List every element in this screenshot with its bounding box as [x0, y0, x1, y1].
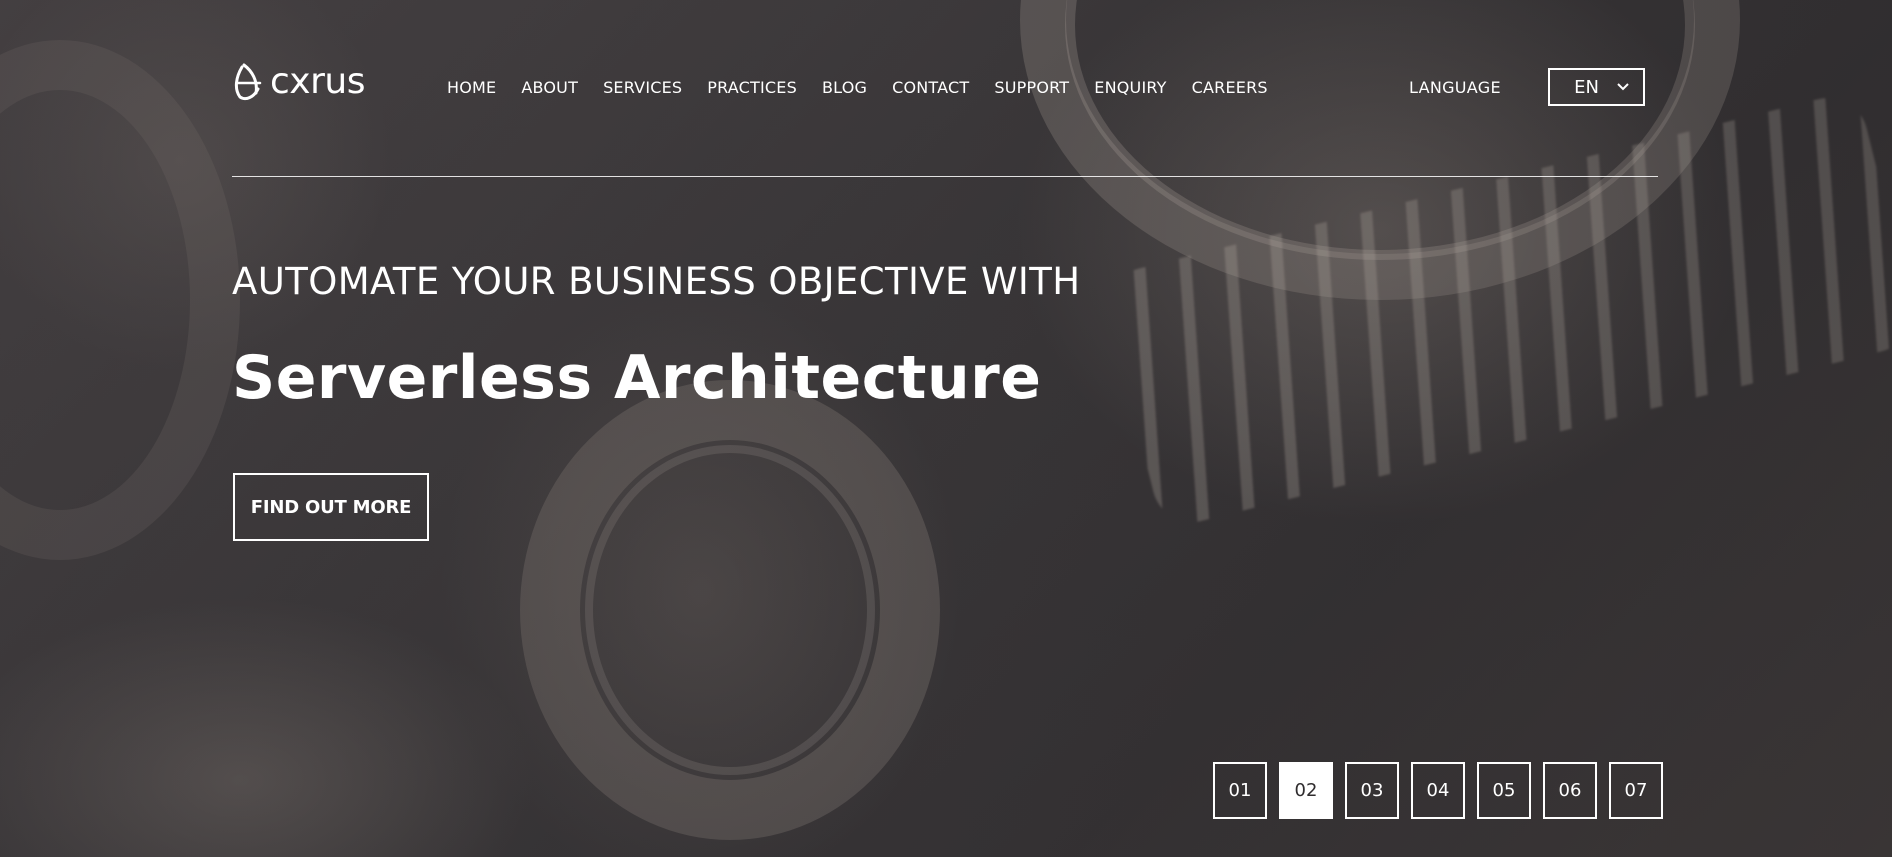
slide-page-button[interactable]: 07	[1609, 762, 1663, 819]
header-divider	[232, 176, 1658, 177]
slide-page-button-active[interactable]: 02	[1279, 762, 1333, 819]
nav-item-support[interactable]: SUPPORT	[994, 77, 1069, 99]
slide-page-button[interactable]: 04	[1411, 762, 1465, 819]
nav-item-careers[interactable]: CAREERS	[1192, 77, 1268, 99]
hero-background-image	[0, 0, 1892, 857]
slide-page-button[interactable]: 03	[1345, 762, 1399, 819]
main-nav: HOME ABOUT SERVICES PRACTICES BLOG CONTA…	[447, 77, 1293, 99]
nav-item-contact[interactable]: CONTACT	[892, 77, 969, 99]
find-out-more-button[interactable]: FIND OUT MORE	[233, 473, 429, 541]
slide-page-button[interactable]: 01	[1213, 762, 1267, 819]
nav-item-enquiry[interactable]: ENQUIRY	[1094, 77, 1166, 99]
nav-item-blog[interactable]: BLOG	[822, 77, 867, 99]
hero-headline: Serverless Architecture	[232, 343, 1042, 413]
language-select[interactable]: EN	[1548, 68, 1645, 106]
nav-item-about[interactable]: ABOUT	[521, 77, 578, 99]
slider-pagination: 01 02 03 04 05 06 07	[1213, 762, 1663, 819]
background-overlay	[0, 0, 1892, 857]
nav-item-services[interactable]: SERVICES	[603, 77, 682, 99]
logo-link[interactable]: cxrus	[232, 60, 365, 104]
slide-page-button[interactable]: 05	[1477, 762, 1531, 819]
slide-page-button[interactable]: 06	[1543, 762, 1597, 819]
language-selected-value: EN	[1574, 76, 1599, 98]
cxrus-logo-mark-icon	[234, 63, 262, 101]
chevron-down-icon	[1617, 83, 1629, 91]
nav-item-practices[interactable]: PRACTICES	[707, 77, 797, 99]
hero-subtitle: AUTOMATE YOUR BUSINESS OBJECTIVE WITH	[232, 260, 1081, 303]
language-label: LANGUAGE	[1409, 78, 1501, 97]
nav-item-home[interactable]: HOME	[447, 77, 496, 99]
logo-text: cxrus	[270, 61, 365, 102]
